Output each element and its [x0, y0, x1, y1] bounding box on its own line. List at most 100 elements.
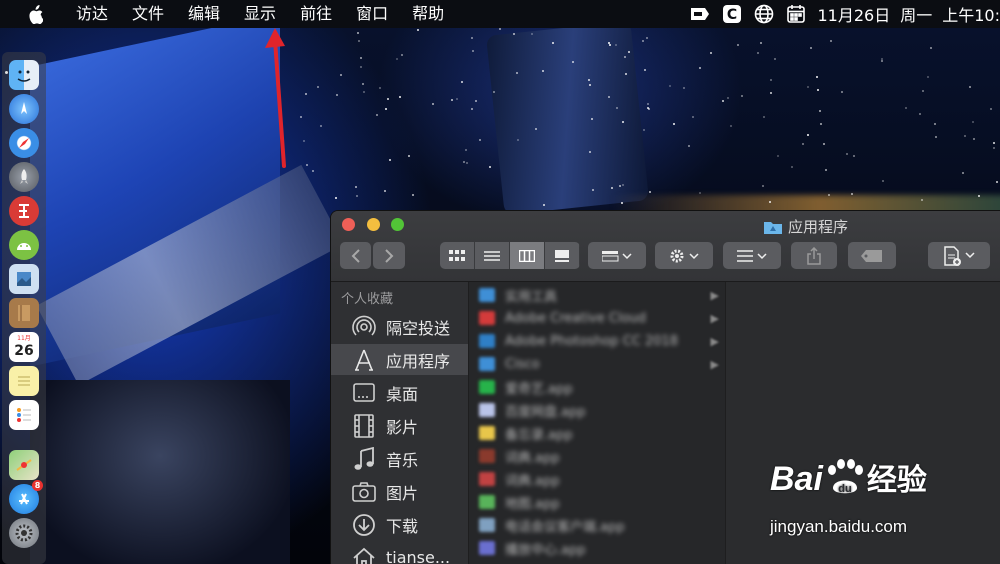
file-row[interactable]: 词典.app — [469, 468, 725, 490]
preview-icon[interactable] — [9, 264, 39, 294]
menu-window[interactable]: 窗口 — [344, 0, 400, 28]
star — [809, 46, 812, 49]
star — [354, 186, 357, 189]
app-store-compass-icon[interactable] — [9, 94, 39, 124]
sidebar-item-music[interactable]: 音乐 — [331, 443, 468, 474]
sort-button[interactable] — [723, 242, 781, 269]
tag-button[interactable] — [848, 242, 896, 269]
star — [300, 115, 303, 118]
star — [643, 128, 646, 131]
tag-icon — [861, 249, 882, 262]
calendar-dock-icon[interactable]: 11月 26 — [9, 332, 39, 362]
star — [807, 85, 810, 88]
file-row[interactable]: 地图.app — [469, 491, 725, 513]
star — [615, 107, 618, 110]
sidebar-item-downloads[interactable]: 下载 — [331, 509, 468, 540]
minimize-window-button[interactable] — [367, 218, 380, 231]
finder-window: 应用程序 个人收藏 隔空投送 应用程序 桌面 影片 音乐 图片 下载 tians… — [331, 211, 1000, 564]
file-row[interactable]: 播放中心.app — [469, 537, 725, 559]
star — [918, 112, 921, 115]
list-view-button[interactable] — [475, 242, 510, 269]
menu-bar: 访达 文件 编辑 显示 前往 窗口 帮助 C 11月26日 周一 上午10: — [0, 0, 1000, 28]
notes-book-icon[interactable] — [9, 298, 39, 328]
star — [823, 143, 826, 146]
column-view-button[interactable] — [510, 242, 545, 269]
stickies-icon[interactable] — [9, 366, 39, 396]
menu-finder[interactable]: 访达 — [64, 0, 120, 28]
zoom-window-button[interactable] — [391, 218, 404, 231]
file-row[interactable]: 实用工具 ▶ — [469, 284, 725, 306]
notification-icon[interactable] — [689, 3, 711, 25]
group-button[interactable] — [588, 242, 646, 269]
star — [816, 76, 819, 78]
menu-help[interactable]: 帮助 — [400, 0, 456, 28]
sidebar-item-label: 图片 — [386, 483, 419, 503]
menu-date[interactable]: 11月26日 — [817, 2, 890, 26]
icon-view-button[interactable] — [440, 242, 475, 269]
sidebar-item-desktop[interactable]: 桌面 — [331, 377, 468, 408]
star — [399, 96, 402, 98]
sidebar-item-movies[interactable]: 影片 — [331, 410, 468, 441]
star — [620, 202, 623, 205]
new-document-button[interactable] — [928, 242, 990, 269]
star — [320, 124, 323, 127]
menu-weekday[interactable]: 周一 — [900, 2, 932, 26]
system-preferences-icon[interactable] — [9, 518, 39, 548]
star — [465, 161, 468, 164]
sidebar-item-pictures[interactable]: 图片 — [331, 476, 468, 507]
menu-view[interactable]: 显示 — [232, 0, 288, 28]
sidebar-item-label: 影片 — [386, 417, 419, 437]
close-window-button[interactable] — [342, 218, 355, 231]
folder-icon — [479, 334, 495, 348]
app-store-icon[interactable]: 8 — [9, 480, 43, 514]
finder-icon[interactable] — [9, 60, 39, 90]
back-button[interactable] — [340, 242, 371, 269]
android-icon[interactable] — [9, 230, 39, 260]
maps-icon[interactable] — [9, 450, 39, 480]
forward-button[interactable] — [373, 242, 405, 269]
safari-icon[interactable] — [9, 128, 39, 158]
gallery-view-button[interactable] — [545, 242, 580, 269]
chevron-right-icon: ▶ — [710, 288, 719, 302]
menu-go[interactable]: 前往 — [288, 0, 344, 28]
file-row[interactable]: Adobe Creative Cloud ▶ — [469, 307, 725, 329]
file-row[interactable]: 百度网盘.app — [469, 399, 725, 421]
star — [408, 155, 411, 158]
sidebar-item-home[interactable]: tianse... — [331, 542, 468, 564]
calendar-icon[interactable] — [785, 3, 807, 25]
apple-logo-icon[interactable] — [24, 4, 46, 24]
star — [590, 117, 593, 120]
chevron-right-icon: ▶ — [710, 357, 719, 371]
sidebar-item-airdrop[interactable]: 隔空投送 — [331, 311, 468, 342]
folder-icon — [764, 221, 782, 234]
window-title: 应用程序 — [763, 216, 848, 237]
menu-edit[interactable]: 编辑 — [176, 0, 232, 28]
window-title-text: 应用程序 — [788, 218, 849, 236]
star — [647, 103, 650, 106]
file-row[interactable]: Adobe Photoshop CC 2018 ▶ — [469, 330, 725, 352]
star — [478, 138, 481, 141]
xmind-icon[interactable] — [9, 196, 39, 226]
sidebar-item-applications[interactable]: 应用程序 — [331, 344, 468, 375]
star — [311, 169, 314, 172]
app-icon — [479, 403, 495, 417]
star — [542, 203, 545, 206]
globe-icon[interactable] — [753, 3, 775, 25]
file-row[interactable]: 爱奇艺.app — [469, 376, 725, 398]
file-row[interactable]: 词典.app — [469, 445, 725, 467]
file-row[interactable]: 备忘录.app — [469, 422, 725, 444]
star — [964, 135, 967, 138]
launchpad-icon[interactable] — [9, 162, 39, 192]
sidebar-item-label: 应用程序 — [386, 351, 451, 371]
menu-time[interactable]: 上午10: — [942, 2, 1000, 26]
star — [541, 69, 544, 72]
menu-file[interactable]: 文件 — [120, 0, 176, 28]
star — [819, 110, 822, 113]
star — [358, 40, 360, 43]
file-row[interactable]: 电话会议客户端.app — [469, 514, 725, 536]
c-app-icon[interactable]: C — [721, 3, 743, 25]
reminders-icon[interactable] — [9, 400, 39, 430]
share-button[interactable] — [791, 242, 837, 269]
file-row[interactable]: Cisco ▶ — [469, 353, 725, 375]
action-button[interactable] — [655, 242, 713, 269]
